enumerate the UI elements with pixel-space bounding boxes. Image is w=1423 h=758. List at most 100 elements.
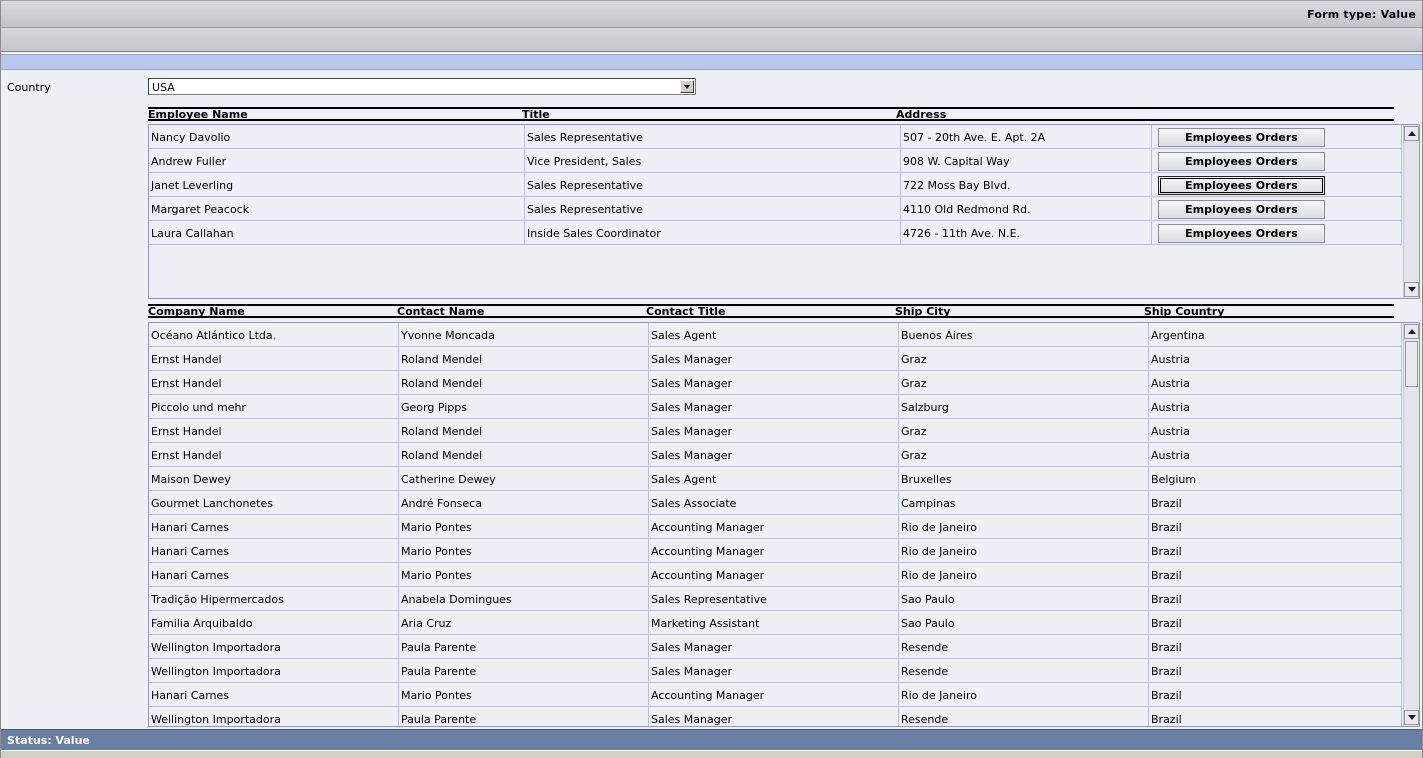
title-bar: Form type: Value (1, 0, 1422, 28)
column-header-ship-city[interactable]: Ship City (895, 305, 951, 318)
column-header-employee-name[interactable]: Employee Name (148, 108, 248, 121)
table-cell: Paula Parente (399, 635, 649, 659)
table-cell: Austria (1149, 347, 1402, 371)
table-row[interactable]: Andrew Fuller Vice President, Sales 908 W.… (149, 149, 1402, 173)
scroll-thumb[interactable] (1405, 341, 1418, 387)
table-cell: Georg Pipps (399, 395, 649, 419)
table-cell: Sales Manager (649, 419, 899, 443)
table-cell: Austria (1149, 443, 1402, 467)
table-row[interactable]: Hanari Carnes Mario Pontes Accounting Mana… (149, 515, 1402, 539)
table-cell: Catherine Dewey (399, 467, 649, 491)
table-cell: Sales Associate (649, 491, 899, 515)
table-cell: Employees Orders (1152, 149, 1402, 173)
column-header-company-name[interactable]: Company Name (148, 305, 245, 318)
table-cell: Employees Orders (1152, 197, 1402, 221)
employees-orders-button[interactable]: Employees Orders (1158, 128, 1325, 147)
table-row[interactable]: Maison Dewey Catherine Dewey Sales Agent Br… (149, 467, 1402, 491)
table-cell: Brazil (1149, 587, 1402, 611)
table-cell: Ernst Handel (149, 419, 399, 443)
table-row[interactable]: Hanari Carnes Mario Pontes Accounting Mana… (149, 683, 1402, 707)
table-row[interactable]: Laura Callahan Inside Sales Coordinator 47… (149, 221, 1402, 245)
table-cell: Argentina (1149, 323, 1402, 347)
table-row[interactable]: Ernst Handel Roland Mendel Sales Manager Gr… (149, 347, 1402, 371)
column-header-address[interactable]: Address (896, 108, 946, 121)
table-cell: Paula Parente (399, 707, 649, 726)
table-cell: Sales Manager (649, 395, 899, 419)
table-row[interactable]: Familia Arquibaldo Aria Cruz Marketing Ass… (149, 611, 1402, 635)
table-cell: Campinas (899, 491, 1149, 515)
employees-scrollbar[interactable] (1403, 125, 1419, 298)
table-cell: Hanari Carnes (149, 515, 399, 539)
table-cell: Employees Orders (1152, 125, 1402, 149)
application-window: Form type: Value Country USA Employee Na… (0, 0, 1423, 758)
employees-orders-button[interactable]: Employees Orders (1158, 176, 1325, 195)
table-cell: Roland Mendel (399, 371, 649, 395)
table-row[interactable]: Ernst Handel Roland Mendel Sales Manager Gr… (149, 419, 1402, 443)
table-cell: Graz (899, 443, 1149, 467)
country-select-value: USA (152, 81, 175, 94)
table-row[interactable]: Gourmet Lanchonetes André Fonseca Sales As… (149, 491, 1402, 515)
table-row[interactable]: Margaret Peacock Sales Representative 4110… (149, 197, 1402, 221)
table-row[interactable]: Ernst Handel Roland Mendel Sales Manager Gr… (149, 371, 1402, 395)
table-cell: Rio de Janeiro (899, 563, 1149, 587)
table-cell: Graz (899, 347, 1149, 371)
column-header-ship-country[interactable]: Ship Country (1144, 305, 1224, 318)
table-row[interactable]: Wellington Importadora Paula Parente Sales… (149, 635, 1402, 659)
orders-scrollbar[interactable] (1403, 323, 1419, 726)
table-cell: Marketing Assistant (649, 611, 899, 635)
table-cell: Sales Representative (525, 173, 901, 197)
employees-orders-button[interactable]: Employees Orders (1158, 224, 1325, 243)
table-cell: Brazil (1149, 563, 1402, 587)
table-cell: Piccolo und mehr (149, 395, 399, 419)
table-cell: Salzburg (899, 395, 1149, 419)
table-cell: Ernst Handel (149, 347, 399, 371)
table-cell: Sales Manager (649, 635, 899, 659)
country-label: Country (7, 81, 51, 94)
country-select[interactable]: USA (148, 78, 696, 95)
table-cell: Rio de Janeiro (899, 539, 1149, 563)
table-cell: Hanari Carnes (149, 563, 399, 587)
table-cell: Accounting Manager (649, 515, 899, 539)
table-cell: Sales Agent (649, 323, 899, 347)
table-row[interactable]: Wellington Importadora Paula Parente Sales… (149, 659, 1402, 683)
table-cell: Brazil (1149, 707, 1402, 726)
scroll-up-icon[interactable] (1404, 324, 1419, 339)
column-header-contact-name[interactable]: Contact Name (397, 305, 484, 318)
column-header-title[interactable]: Title (522, 108, 550, 121)
table-cell: Graz (899, 371, 1149, 395)
column-header-contact-title[interactable]: Contact Title (646, 305, 726, 318)
section-header-bar (1, 54, 1422, 70)
table-cell: Roland Mendel (399, 347, 649, 371)
table-cell: Sales Manager (649, 659, 899, 683)
scroll-up-icon[interactable] (1404, 126, 1419, 141)
table-row[interactable]: Océano Atlántico Ltda. Yvonne Moncada Sale… (149, 323, 1402, 347)
table-cell: Sales Representative (525, 125, 901, 149)
chevron-down-icon[interactable] (680, 80, 694, 93)
table-cell: Accounting Manager (649, 563, 899, 587)
table-cell: Wellington Importadora (149, 635, 399, 659)
table-row[interactable]: Wellington Importadora Paula Parente Sales… (149, 707, 1402, 726)
orders-grid: Wellington Importadora Paula Parente Sales… (148, 322, 1420, 727)
table-row[interactable]: Hanari Carnes Mario Pontes Accounting Mana… (149, 539, 1402, 563)
scroll-down-icon[interactable] (1404, 282, 1419, 297)
scroll-down-icon[interactable] (1404, 710, 1419, 725)
bottom-strip (1, 750, 1422, 758)
table-cell: Nancy Davolio (149, 125, 525, 149)
table-cell: Employees Orders (1152, 221, 1402, 245)
table-cell: Bruxelles (899, 467, 1149, 491)
table-row[interactable]: Nancy Davolio Sales Representative 507 - 2… (149, 125, 1402, 149)
table-cell: Resende (899, 635, 1149, 659)
toolbar (1, 28, 1422, 52)
table-cell: Mario Pontes (399, 515, 649, 539)
employees-orders-button[interactable]: Employees Orders (1158, 200, 1325, 219)
employees-orders-button[interactable]: Employees Orders (1158, 152, 1325, 171)
table-row[interactable]: Janet Leverling Sales Representative 722 M… (149, 173, 1402, 197)
table-row[interactable]: Tradição Hipermercados Anabela Domingues S… (149, 587, 1402, 611)
table-cell: Margaret Peacock (149, 197, 525, 221)
table-cell: Sao Paulo (899, 611, 1149, 635)
table-row[interactable]: Ernst Handel Roland Mendel Sales Manager Gr… (149, 443, 1402, 467)
status-text: Status: Value (7, 734, 90, 747)
table-cell: Janet Leverling (149, 173, 525, 197)
table-row[interactable]: Piccolo und mehr Georg Pipps Sales Manager… (149, 395, 1402, 419)
table-row[interactable]: Hanari Carnes Mario Pontes Accounting Mana… (149, 563, 1402, 587)
